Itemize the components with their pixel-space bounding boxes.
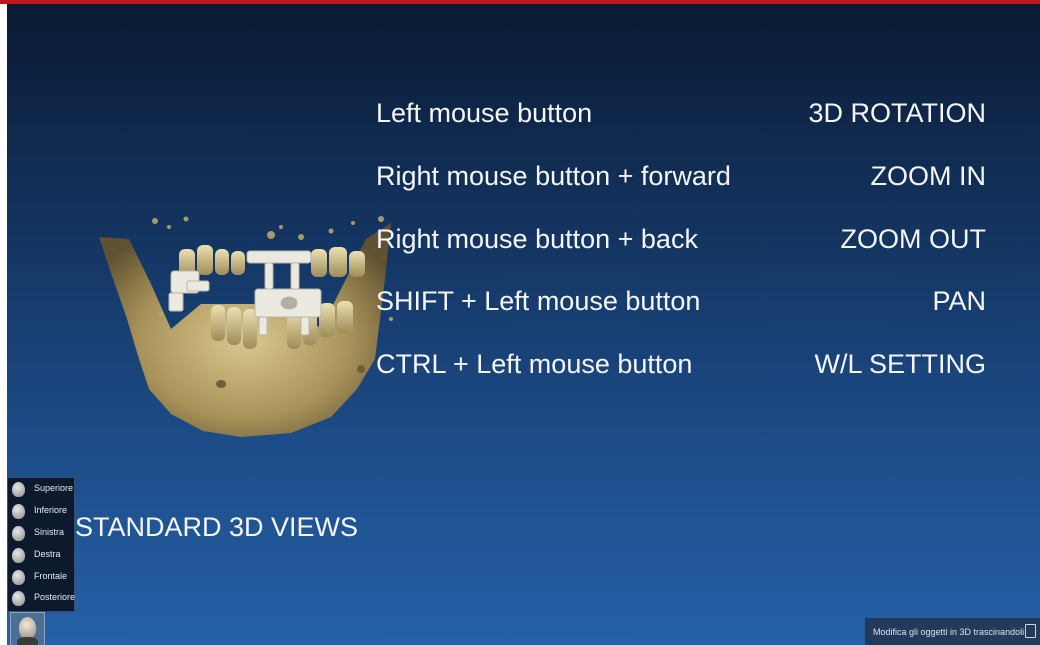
head-back-icon <box>12 591 25 606</box>
command-label: Left mouse button <box>376 98 593 128</box>
command-row-pan: SHIFT + Left mouse button PAN <box>376 286 986 322</box>
status-text: Modifica gli oggetti in 3D trascinandoli <box>873 627 1025 637</box>
standard-views-title: STANDARD 3D VIEWS <box>75 512 359 542</box>
app-window: Left mouse button 3D ROTATION Right mous… <box>0 0 1040 645</box>
command-action: PAN <box>932 286 986 316</box>
standard-views-panel: Superiore Inferiore Sinistra Destra Fron… <box>7 477 75 612</box>
document-icon[interactable] <box>1025 624 1036 638</box>
command-row-zoom-out: Right mouse button + back ZOOM OUT <box>376 224 986 260</box>
avatar-face-icon <box>19 617 36 639</box>
command-row-zoom-in: Right mouse button + forward ZOOM IN <box>376 161 986 197</box>
command-action: ZOOM OUT <box>840 224 986 254</box>
patient-avatar-button[interactable] <box>10 612 45 645</box>
command-action: ZOOM IN <box>870 161 987 191</box>
head-bottom-icon <box>12 504 25 519</box>
view-label: Destra <box>34 549 61 559</box>
view-label: Frontale <box>34 571 68 581</box>
view-destra-button[interactable]: Destra <box>8 545 74 566</box>
view-label: Superiore <box>34 483 74 493</box>
command-label: SHIFT + Left mouse button <box>376 286 701 316</box>
command-row-rotation: Left mouse button 3D ROTATION <box>376 98 986 134</box>
left-edge <box>0 4 7 645</box>
command-label: Right mouse button + back <box>376 224 698 254</box>
view-superiore-button[interactable]: Superiore <box>8 479 74 500</box>
head-right-icon <box>12 548 25 563</box>
view-label: Inferiore <box>34 505 68 515</box>
view-posteriore-button[interactable]: Posteriore <box>8 588 76 609</box>
command-label: Right mouse button + forward <box>376 161 731 191</box>
view-label: Posteriore <box>34 592 76 602</box>
head-front-icon <box>12 570 25 585</box>
view-frontale-button[interactable]: Frontale <box>8 567 74 588</box>
view-inferiore-button[interactable]: Inferiore <box>8 501 74 522</box>
view-label: Sinistra <box>34 527 65 537</box>
command-label: CTRL + Left mouse button <box>376 349 693 379</box>
command-action: 3D ROTATION <box>808 98 986 128</box>
status-bar: Modifica gli oggetti in 3D trascinandoli <box>865 618 1040 645</box>
command-row-wl-setting: CTRL + Left mouse button W/L SETTING <box>376 349 986 385</box>
command-action: W/L SETTING <box>814 349 986 379</box>
head-left-icon <box>12 526 25 541</box>
head-top-icon <box>12 482 25 497</box>
3d-viewport[interactable]: Left mouse button 3D ROTATION Right mous… <box>7 4 1040 645</box>
view-sinistra-button[interactable]: Sinistra <box>8 523 74 544</box>
jaw-3d-model[interactable] <box>91 209 401 439</box>
avatar-body-icon <box>17 637 38 645</box>
